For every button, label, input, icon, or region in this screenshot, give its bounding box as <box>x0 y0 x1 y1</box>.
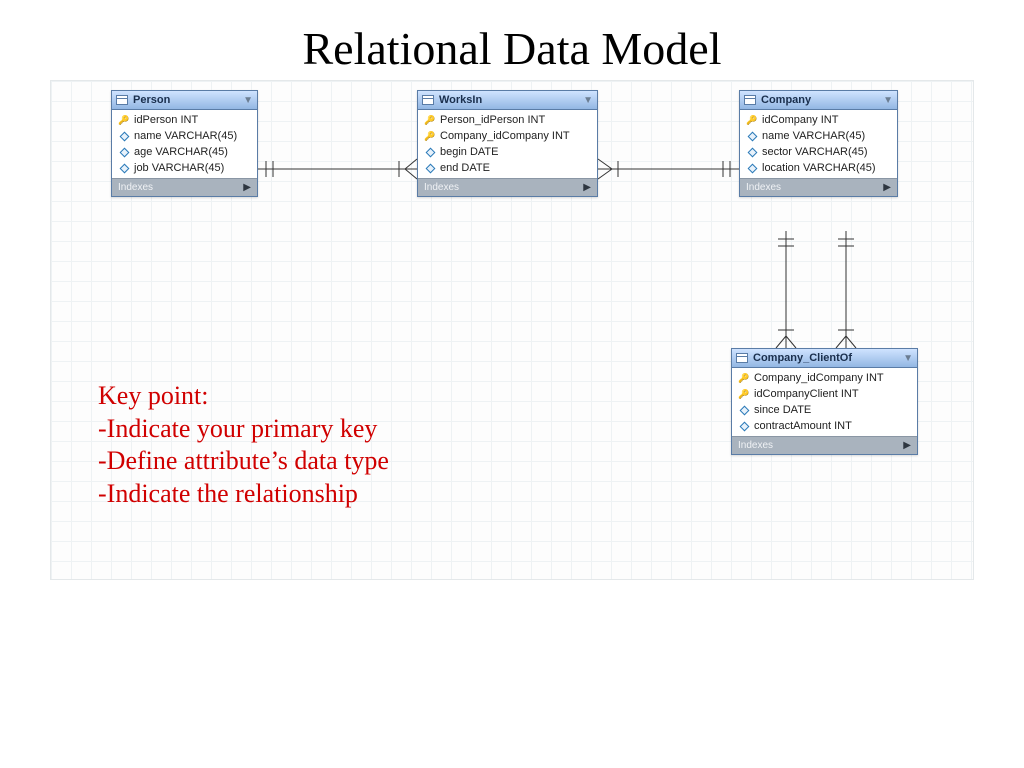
key-icon <box>738 373 749 384</box>
expand-icon: ▶ <box>243 182 251 193</box>
attribute-row: Company_idCompany INT <box>418 128 597 144</box>
attr-text: idPerson INT <box>134 114 198 126</box>
attr-text: Company_idCompany INT <box>754 372 884 384</box>
collapse-icon: ▼ <box>243 95 253 106</box>
attribute-row: Person_idPerson INT <box>418 112 597 128</box>
diamond-icon <box>747 147 757 157</box>
keypoint-bullet: -Indicate your primary key <box>98 413 389 446</box>
entity-footer[interactable]: Indexes ▶ <box>740 178 897 196</box>
entity-clientof-header[interactable]: Company_ClientOf ▼ <box>732 349 917 368</box>
attr-text: name VARCHAR(45) <box>762 130 865 142</box>
keypoint-bullet: -Indicate the relationship <box>98 478 389 511</box>
entity-clientof-body: Company_idCompany INT idCompanyClient IN… <box>732 368 917 436</box>
attr-text: contractAmount INT <box>754 420 852 432</box>
entity-company-title: Company <box>761 94 811 106</box>
attr-text: location VARCHAR(45) <box>762 162 876 174</box>
diamond-icon <box>425 147 435 157</box>
entity-company-clientof[interactable]: Company_ClientOf ▼ Company_idCompany INT… <box>731 348 918 455</box>
indexes-label: Indexes <box>738 440 773 451</box>
attribute-row: name VARCHAR(45) <box>740 128 897 144</box>
keypoint-text: Indicate the relationship <box>107 479 358 508</box>
attribute-row: contractAmount INT <box>732 418 917 434</box>
collapse-icon: ▼ <box>903 353 913 364</box>
attribute-row: age VARCHAR(45) <box>112 144 257 160</box>
attribute-row: idCompanyClient INT <box>732 386 917 402</box>
entity-clientof-title: Company_ClientOf <box>753 352 852 364</box>
indexes-label: Indexes <box>746 182 781 193</box>
attribute-row: begin DATE <box>418 144 597 160</box>
attr-text: begin DATE <box>440 146 499 158</box>
attribute-row: end DATE <box>418 160 597 176</box>
table-icon <box>422 95 434 105</box>
keypoint-bullet: -Define attribute’s data type <box>98 445 389 478</box>
keypoint-heading: Key point: <box>98 380 389 413</box>
attr-text: Person_idPerson INT <box>440 114 545 126</box>
attr-text: Company_idCompany INT <box>440 130 570 142</box>
collapse-icon: ▼ <box>883 95 893 106</box>
table-icon <box>744 95 756 105</box>
entity-worksin[interactable]: WorksIn ▼ Person_idPerson INT Company_id… <box>417 90 598 197</box>
attr-text: age VARCHAR(45) <box>134 146 228 158</box>
expand-icon: ▶ <box>903 440 911 451</box>
entity-footer[interactable]: Indexes ▶ <box>112 178 257 196</box>
keypoint-block: Key point: -Indicate your primary key -D… <box>98 380 389 510</box>
entity-company-header[interactable]: Company ▼ <box>740 91 897 110</box>
attribute-row: idCompany INT <box>740 112 897 128</box>
table-icon <box>116 95 128 105</box>
expand-icon: ▶ <box>583 182 591 193</box>
diamond-icon <box>425 163 435 173</box>
entity-footer[interactable]: Indexes ▶ <box>732 436 917 454</box>
keypoint-text: Indicate your primary key <box>107 414 378 443</box>
key-icon <box>118 115 129 126</box>
entity-person-body: idPerson INT name VARCHAR(45) age VARCHA… <box>112 110 257 178</box>
attr-text: since DATE <box>754 404 811 416</box>
indexes-label: Indexes <box>118 182 153 193</box>
diamond-icon <box>739 405 749 415</box>
key-icon <box>746 115 757 126</box>
key-icon <box>424 131 435 142</box>
attribute-row: Company_idCompany INT <box>732 370 917 386</box>
attr-text: end DATE <box>440 162 490 174</box>
indexes-label: Indexes <box>424 182 459 193</box>
entity-person-title: Person <box>133 94 170 106</box>
expand-icon: ▶ <box>883 182 891 193</box>
keypoint-text: Define attribute’s data type <box>107 446 389 475</box>
entity-person[interactable]: Person ▼ idPerson INT name VARCHAR(45) a… <box>111 90 258 197</box>
attribute-row: name VARCHAR(45) <box>112 128 257 144</box>
key-icon <box>424 115 435 126</box>
diamond-icon <box>739 421 749 431</box>
entity-company[interactable]: Company ▼ idCompany INT name VARCHAR(45)… <box>739 90 898 197</box>
attribute-row: sector VARCHAR(45) <box>740 144 897 160</box>
attr-text: sector VARCHAR(45) <box>762 146 868 158</box>
attr-text: name VARCHAR(45) <box>134 130 237 142</box>
table-icon <box>736 353 748 363</box>
attribute-row: location VARCHAR(45) <box>740 160 897 176</box>
diamond-icon <box>747 163 757 173</box>
diamond-icon <box>119 131 129 141</box>
attr-text: idCompany INT <box>762 114 838 126</box>
attr-text: job VARCHAR(45) <box>134 162 224 174</box>
diamond-icon <box>119 163 129 173</box>
entity-footer[interactable]: Indexes ▶ <box>418 178 597 196</box>
diamond-icon <box>747 131 757 141</box>
attribute-row: since DATE <box>732 402 917 418</box>
attribute-row: idPerson INT <box>112 112 257 128</box>
diamond-icon <box>119 147 129 157</box>
collapse-icon: ▼ <box>583 95 593 106</box>
key-icon <box>738 389 749 400</box>
entity-worksin-title: WorksIn <box>439 94 482 106</box>
attr-text: idCompanyClient INT <box>754 388 859 400</box>
entity-company-body: idCompany INT name VARCHAR(45) sector VA… <box>740 110 897 178</box>
entity-person-header[interactable]: Person ▼ <box>112 91 257 110</box>
entity-worksin-header[interactable]: WorksIn ▼ <box>418 91 597 110</box>
entity-worksin-body: Person_idPerson INT Company_idCompany IN… <box>418 110 597 178</box>
attribute-row: job VARCHAR(45) <box>112 160 257 176</box>
page-title: Relational Data Model <box>0 0 1024 81</box>
